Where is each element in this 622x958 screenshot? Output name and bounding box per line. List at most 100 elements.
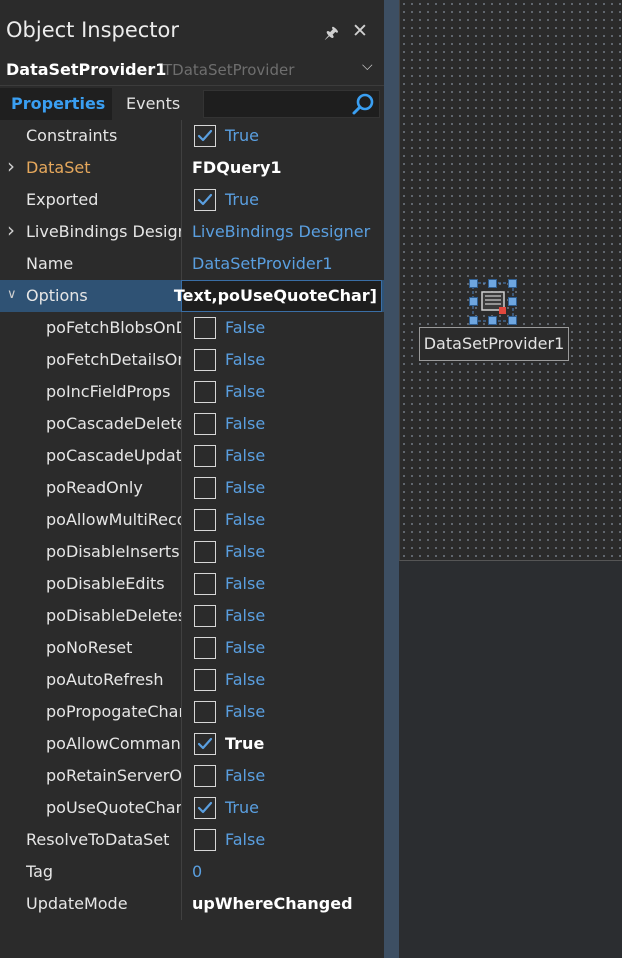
property-row[interactable]: poDisableEdits False xyxy=(0,568,384,600)
property-row[interactable]: poReadOnly False xyxy=(0,472,384,504)
property-row[interactable]: poCascadeUpdates False xyxy=(0,440,384,472)
pin-icon[interactable]: 🖈 xyxy=(324,22,339,49)
property-value[interactable]: LiveBindings Designer xyxy=(192,222,370,241)
resize-handle[interactable] xyxy=(469,316,478,325)
property-row[interactable]: ∨ Options Text,poUseQuoteChar] xyxy=(0,280,384,312)
search-input[interactable] xyxy=(203,90,380,118)
property-checkbox[interactable] xyxy=(194,125,216,147)
property-checkbox[interactable] xyxy=(194,701,216,723)
column-divider xyxy=(181,696,182,728)
property-name: poDisableInserts xyxy=(46,542,180,561)
property-checkbox[interactable] xyxy=(194,541,216,563)
property-row[interactable]: › LiveBindings Designer LiveBindings Desig… xyxy=(0,216,384,248)
property-value[interactable]: 0 xyxy=(192,862,202,881)
search-icon[interactable] xyxy=(351,92,375,116)
property-checkbox[interactable] xyxy=(194,797,216,819)
property-row[interactable]: Tag 0 xyxy=(0,856,384,888)
property-checkbox[interactable] xyxy=(194,413,216,435)
column-divider xyxy=(181,184,182,216)
resize-handle[interactable] xyxy=(469,297,478,306)
property-value: False xyxy=(225,638,266,657)
property-checkbox[interactable] xyxy=(194,669,216,691)
property-value: False xyxy=(225,574,266,593)
chevron-down-icon[interactable]: ⌵ xyxy=(362,58,373,74)
property-name: DataSet xyxy=(26,158,91,177)
chevron-down-icon[interactable]: ∨ xyxy=(7,287,17,302)
property-row[interactable]: ResolveToDataSet False xyxy=(0,824,384,856)
resize-handle[interactable] xyxy=(469,279,478,288)
selected-component-name: DataSetProvider1 xyxy=(6,60,167,79)
close-icon[interactable]: ✕ xyxy=(352,20,368,42)
property-row[interactable]: poFetchBlobsOnDemand False xyxy=(0,312,384,344)
resize-handle[interactable] xyxy=(508,279,517,288)
resize-handle[interactable] xyxy=(488,316,497,325)
property-row[interactable]: poCascadeDeletes False xyxy=(0,408,384,440)
property-checkbox[interactable] xyxy=(194,189,216,211)
column-divider xyxy=(181,472,182,504)
chevron-right-icon[interactable]: › xyxy=(7,218,15,242)
property-name: poIncFieldProps xyxy=(46,382,171,401)
tab-events[interactable]: Events xyxy=(112,88,202,120)
resize-handle[interactable] xyxy=(488,279,497,288)
property-value[interactable]: FDQuery1 xyxy=(192,158,282,177)
property-row[interactable]: poIncFieldProps False xyxy=(0,376,384,408)
column-divider xyxy=(181,568,182,600)
property-row[interactable]: poPropogateChanges False xyxy=(0,696,384,728)
property-checkbox[interactable] xyxy=(194,349,216,371)
panel-splitter[interactable] xyxy=(384,0,399,958)
property-edit-value: Text,poUseQuoteChar] xyxy=(173,286,377,305)
property-checkbox[interactable] xyxy=(194,477,216,499)
resize-handle[interactable] xyxy=(508,297,517,306)
resize-handle[interactable] xyxy=(508,316,517,325)
datasetprovider-component[interactable] xyxy=(469,279,517,325)
property-checkbox[interactable] xyxy=(194,573,216,595)
property-row[interactable]: › DataSet FDQuery1 xyxy=(0,152,384,184)
property-checkbox[interactable] xyxy=(194,445,216,467)
property-row[interactable]: Exported True xyxy=(0,184,384,216)
property-row[interactable]: poAllowCommandText True xyxy=(0,728,384,760)
property-checkbox[interactable] xyxy=(194,509,216,531)
property-checkbox[interactable] xyxy=(194,381,216,403)
property-checkbox[interactable] xyxy=(194,829,216,851)
property-value: False xyxy=(225,478,266,497)
property-row[interactable]: poRetainServerOrder False xyxy=(0,760,384,792)
property-value: True xyxy=(225,190,259,209)
property-name: Name xyxy=(26,254,74,273)
property-name: Constraints xyxy=(26,126,118,145)
property-row[interactable]: poNoReset False xyxy=(0,632,384,664)
property-value[interactable]: DataSetProvider1 xyxy=(192,254,333,273)
property-name: ResolveToDataSet xyxy=(26,830,170,849)
column-divider xyxy=(181,152,182,184)
column-divider xyxy=(181,344,182,376)
property-checkbox[interactable] xyxy=(194,605,216,627)
property-name: poAllowMultiRecordUpdates xyxy=(46,510,181,529)
property-checkbox[interactable] xyxy=(194,317,216,339)
property-name: poDisableEdits xyxy=(46,574,165,593)
column-divider xyxy=(181,504,182,536)
property-name: poDisableDeletes xyxy=(46,606,181,625)
property-row[interactable]: poAllowMultiRecordUpdates False xyxy=(0,504,384,536)
tab-properties[interactable]: Properties xyxy=(0,88,112,120)
property-row[interactable]: Name DataSetProvider1 xyxy=(0,248,384,280)
property-value: False xyxy=(225,414,266,433)
property-row[interactable]: UpdateMode upWhereChanged xyxy=(0,888,384,920)
property-row[interactable]: poDisableDeletes False xyxy=(0,600,384,632)
property-row[interactable]: poDisableInserts False xyxy=(0,536,384,568)
column-divider xyxy=(181,312,182,344)
property-row[interactable]: poUseQuoteChar True xyxy=(0,792,384,824)
property-name: Options xyxy=(26,286,88,305)
component-selector[interactable]: DataSetProvider1 TDataSetProvider ⌵ xyxy=(0,54,384,86)
property-checkbox[interactable] xyxy=(194,733,216,755)
property-grid: Constraints True › DataSet FDQuery1 Exported T… xyxy=(0,120,384,920)
property-row[interactable]: Constraints True xyxy=(0,120,384,152)
property-value: False xyxy=(225,318,266,337)
property-row[interactable]: poAutoRefresh False xyxy=(0,664,384,696)
chevron-right-icon[interactable]: › xyxy=(7,154,15,178)
column-divider xyxy=(181,856,182,888)
property-row[interactable]: poFetchDetailsOnDemand False xyxy=(0,344,384,376)
property-edit-field[interactable]: Text,poUseQuoteChar] xyxy=(174,280,382,312)
property-value[interactable]: upWhereChanged xyxy=(192,894,353,913)
property-checkbox[interactable] xyxy=(194,637,216,659)
property-value: True xyxy=(225,734,265,753)
property-checkbox[interactable] xyxy=(194,765,216,787)
